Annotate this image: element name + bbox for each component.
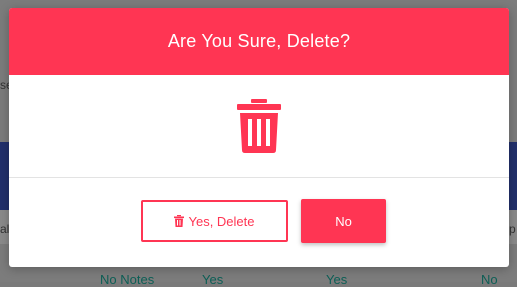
dialog-body: [9, 75, 509, 178]
background-row-label-right: p: [509, 222, 516, 236]
dialog-footer: Yes, Delete No: [9, 178, 509, 267]
dialog-title: Are You Sure, Delete?: [167, 31, 351, 51]
cancel-label: No: [335, 213, 352, 229]
background-cell-yes-1: Yes: [202, 272, 224, 287]
background-cell-notes: No Notes: [100, 272, 155, 287]
background-cell-no: No: [481, 272, 498, 287]
dialog-header: Are You Sure, Delete?: [9, 8, 509, 75]
confirm-delete-button[interactable]: Yes, Delete: [141, 200, 288, 242]
background-cell-yes-2: Yes: [326, 272, 348, 287]
delete-confirm-dialog: Are You Sure, Delete? Yes, Delete No: [9, 8, 509, 267]
trash-icon: [174, 215, 185, 227]
trash-icon: [237, 99, 281, 153]
background-row-label-left: al: [0, 222, 10, 236]
cancel-button[interactable]: No: [301, 199, 386, 243]
confirm-delete-label: Yes, Delete: [188, 213, 255, 229]
